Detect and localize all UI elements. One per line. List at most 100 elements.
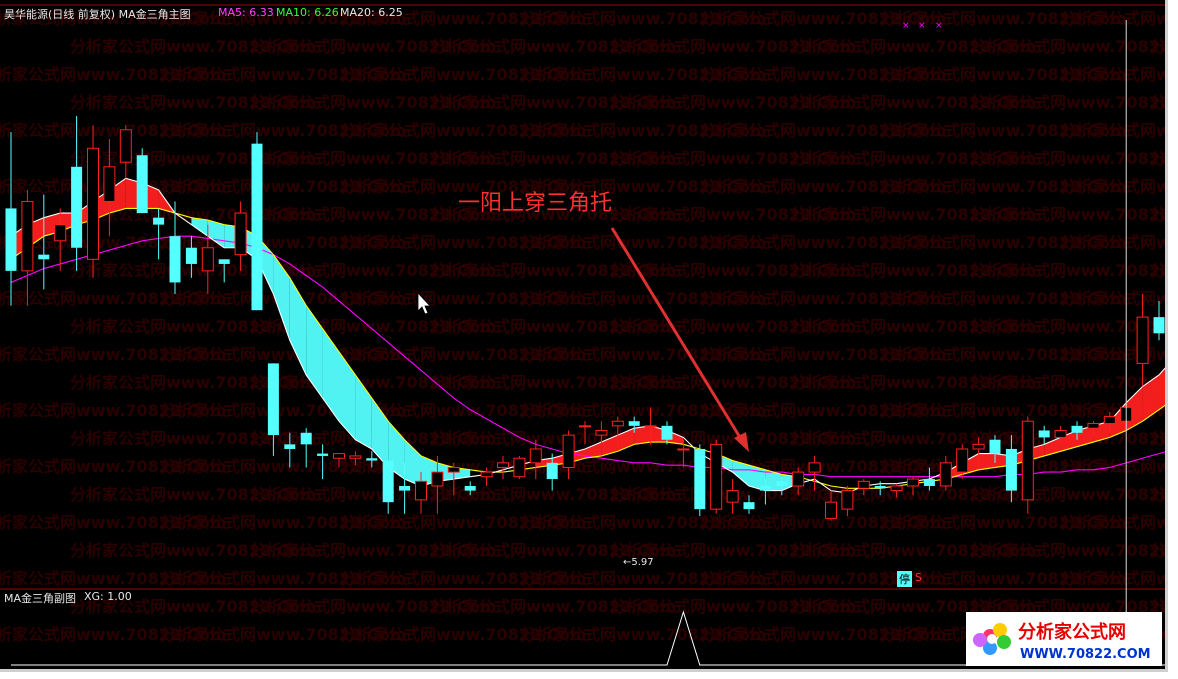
candle-body-up [119,129,132,163]
ma-band-segment [1159,368,1165,410]
candle-body-down [366,458,378,461]
ma-band-segment [339,351,356,440]
candle-body-up [939,462,952,487]
stop-badge: 停 [897,571,912,587]
watermark-text: 分析家公式网www.70822.Com [1060,121,1165,140]
candle-body-down [185,247,197,264]
candle-body-up [595,429,608,436]
watermark-text: 分析家公式网www.70822.Com [1060,177,1165,196]
watermark-text: 分析家公式网www.70822.Com [1150,93,1165,112]
candle-body-up [1021,420,1034,501]
watermark-text: 分析家公式网www.70822.Com [1150,205,1165,224]
candle-body-down [5,208,17,271]
candle-body-up [497,462,509,468]
ma10-readout: MA10: 6.26 [276,6,339,19]
sub-chart-title: MA金三角副图 [4,592,77,605]
stock-chart-window: 分析家公式网www.70822.Com 分析家公式网www.70822.Com 分析… [0,0,1178,679]
watermark-text: 分析家公式网www.70822.Com [1060,569,1165,588]
watermark-text: 分析家公式网www.70822.Com [970,373,1165,392]
candle-body-up [201,247,214,272]
candle-body-up [234,212,247,256]
candle-body-up [792,471,805,487]
watermark-text: 分析家公式网www.70822.Com [1060,233,1165,252]
chart-canvas[interactable]: 分析家公式网www.70822.Com 分析家公式网www.70822.Com 分析… [0,0,1165,669]
watermark-text: 分析家公式网www.70822.Com [970,93,1165,112]
candle-body-up [972,443,985,450]
candle-body-up [54,224,67,242]
svg-text:×: × [918,21,926,31]
watermark-text: 分析家公式网www.70822.Com [970,261,1165,280]
candle-body-up [447,466,460,473]
candle-body-up [1136,316,1149,364]
candle-body-up [103,166,116,202]
candle-body-down [284,444,296,449]
ma5-readout: MA5: 6.33 [218,6,274,19]
candle-body-down [153,217,165,225]
watermark-text: 分析家公式网www.70822.Com [1060,9,1165,28]
candle-body-down [923,479,935,486]
candle-body-down [1005,448,1017,491]
watermark-text: 分析家公式网www.70822.Com [1150,37,1165,56]
candle-body-up [710,443,723,510]
signal-markers: × × × [902,21,943,31]
candle-body-down [546,462,558,480]
watermark-text: 分析家公式网www.70822.Com [1150,429,1165,448]
chart-title: 昊华能源(日线 前复权) MA金三角主图 [4,8,191,21]
candle-body-up [956,448,969,473]
watermark-text: 分析家公式网www.70822.Com [1060,513,1165,532]
candle-body-up [677,448,690,451]
candle-body-down [989,439,1001,454]
candle-body-down [300,432,312,445]
candle-body-down [382,460,394,503]
logo-text: 分析家公式网 [1018,621,1126,643]
candle-body-down [38,254,50,260]
watermark-layer: 分析家公式网www.70822.Com 分析家公式网www.70822.Com 分析… [0,9,1165,644]
watermark-text: 分析家公式网www.70822.Com [970,317,1165,336]
watermark-text: 分析家公式网www.70822.Com [1150,541,1165,560]
candle-body-down [759,485,771,491]
candle-body-down [218,259,230,264]
logo: 分析家公式网 WWW.70822.COM [966,612,1162,666]
watermark-text: 分析家公式网www.70822.Com [1060,289,1165,308]
candle-body-up [841,490,854,510]
candle-body-up [808,462,821,473]
ma-band-segment [634,425,651,445]
watermark-text: 分析家公式网www.70822.Com [970,149,1165,168]
logo-url: WWW.70822.COM [1020,647,1151,662]
candle-body-down [267,363,279,436]
candle-body-down [694,448,706,510]
watermark-text: 分析家公式网www.70822.Com [970,485,1165,504]
candle-body-up [726,490,739,503]
watermark-text: 分析家公式网www.70822.Com [970,37,1165,56]
watermark-text: 分析家公式网www.70822.Com [970,541,1165,560]
candle-body-down [71,166,83,248]
low-price-marker: ←5.97 [623,557,654,568]
candle-body-up [1103,416,1116,425]
watermark-text: 分析家公式网www.70822.Com [1060,345,1165,364]
watermark-text: 分析家公式网www.70822.Com [970,205,1165,224]
candle-body-down [1038,430,1050,438]
watermark-text: 分析家公式网www.70822.Com [1150,261,1165,280]
candle-body-down [661,425,673,440]
annotation-text: 一阳上穿三角托 [458,191,613,216]
watermark-text: 分析家公式网www.70822.Com [1150,149,1165,168]
candle-body-up [480,471,493,478]
candle-body-down [399,485,411,491]
candle-body-up [431,471,444,487]
svg-text:×: × [902,21,910,31]
candle-body-down [1153,317,1165,334]
candle-body-up [513,457,526,478]
s-marker: S [915,571,922,584]
chart-frame: 分析家公式网www.70822.Com 分析家公式网www.70822.Com 分析… [0,0,1168,672]
candle-body-up [644,425,657,428]
candle-body-up [415,480,427,501]
candle-body-up [857,480,870,489]
candle-body-down [1071,425,1083,433]
candle-body-up [21,200,34,272]
candle-body-up [890,485,903,492]
candle-body-up [349,455,362,459]
candle-body-up [529,448,542,464]
svg-text:×: × [935,21,943,31]
candle-body-up [87,147,99,260]
candle-body-down [169,236,181,283]
